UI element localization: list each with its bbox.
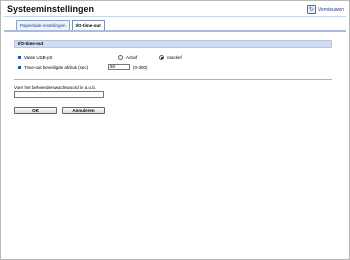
password-label: Voer het beheerderswachtwoord in a.u.b. [14,85,97,90]
title-divider [4,16,346,17]
page-frame [0,0,350,260]
refresh-icon: ↻ [306,5,316,14]
bullet-icon [18,65,21,69]
tab-bar: Papierlade-instellingen I/O-time-out [16,20,105,30]
radio-active[interactable]: Actief [118,54,138,60]
timeout-range-hint: (0-300) [133,64,148,70]
timeout-input[interactable]: 60 [108,64,130,70]
radio-active-label: Actief [126,54,138,60]
tab-divider [4,30,346,32]
fixed-usb-row: Vaste USB-prt Actief Inactief [18,53,182,61]
section-header: I/O-time-out [14,40,332,48]
bullet-icon [18,55,21,59]
ok-button[interactable]: OK [14,107,57,114]
tab-paper-tray-settings[interactable]: Papierlade-instellingen [16,20,70,30]
section-divider [14,79,332,80]
page-title: Systeeminstellingen [7,4,95,14]
fixed-usb-label: Vaste USB-prt [24,54,53,60]
radio-inactive[interactable]: Inactief [159,54,182,60]
timeout-row: Time-out beveiligde afdruk (sec) 60 (0-3… [18,63,148,71]
radio-inactive-label: Inactief [167,54,182,60]
cancel-button[interactable]: Annuleren [62,107,105,114]
radio-active-button[interactable] [118,54,123,60]
refresh-button[interactable]: ↻ Vernieuwen [306,5,344,14]
tab-io-timeout[interactable]: I/O-time-out [71,20,105,30]
timeout-label: Time-out beveiligde afdruk (sec) [24,64,89,70]
refresh-label: Vernieuwen [317,6,344,13]
password-input[interactable] [14,91,104,98]
radio-inactive-button[interactable] [159,54,165,60]
